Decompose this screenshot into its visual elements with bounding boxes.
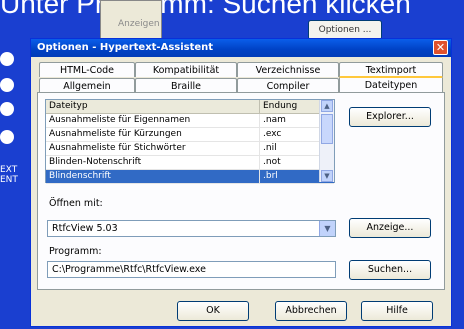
list-item-type: Blindenschrift <box>46 170 260 183</box>
tab-verzeichnisse[interactable]: Verzeichnisse <box>237 62 339 77</box>
list-item-ext: .brl <box>263 171 278 181</box>
desktop-side-text: EXT ENT <box>0 165 18 185</box>
list-item[interactable]: Ausnahmeliste für Eigennamen .nam <box>46 114 334 128</box>
dialog-titlebar[interactable]: Optionen - Hypertext-Assistent ✕ <box>31 39 451 57</box>
list-item-selected[interactable]: Blindenschrift .brl <box>46 170 334 184</box>
list-item[interactable]: Blinden-Notenschrift .not <box>46 156 334 170</box>
background-options-button[interactable]: Optionen ... <box>308 20 382 40</box>
scroll-thumb[interactable] <box>321 114 333 144</box>
filetype-list[interactable]: Dateityp Endung Ausnahmeliste für Eigenn… <box>45 99 335 184</box>
list-header: Dateityp Endung <box>46 100 334 114</box>
list-item-type: Blinden-Notenschrift <box>46 156 260 169</box>
list-item-type: Ausnahmeliste für Kürzungen <box>46 128 260 141</box>
tab-html-code[interactable]: HTML-Code <box>39 62 135 77</box>
hilfe-button[interactable]: Hilfe <box>361 301 433 321</box>
tab-textimport[interactable]: Textimport <box>339 62 443 77</box>
scroll-down-icon[interactable]: ▼ <box>321 170 333 182</box>
program-label: Programm: <box>49 246 102 257</box>
desktop-icon[interactable] <box>0 78 14 92</box>
dialog-title: Optionen - Hypertext-Assistent <box>37 42 214 53</box>
tab-row-1: HTML-Code Kompatibilität Verzeichnisse T… <box>39 62 443 77</box>
column-header-dateityp[interactable]: Dateityp <box>46 100 260 113</box>
desktop-icon[interactable] <box>0 130 14 144</box>
list-item-ext: .nil <box>263 143 277 153</box>
scroll-up-icon[interactable]: ▲ <box>321 100 333 112</box>
list-item-ext: .exc <box>263 129 282 139</box>
tab-row-2: Allgemein Braille Compiler Dateitypen <box>39 76 443 94</box>
list-item[interactable]: Ausnahmeliste für Stichwörter .nil <box>46 142 334 156</box>
ok-button[interactable]: OK <box>177 301 249 321</box>
desktop-icon[interactable] <box>0 52 14 66</box>
list-item-type: Ausnahmeliste für Stichwörter <box>46 142 260 155</box>
desktop-instruction-text: Unter Programm: Suchen klicken <box>0 0 411 19</box>
abbrechen-button[interactable]: Abbrechen <box>275 301 347 321</box>
column-header-endung[interactable]: Endung <box>260 100 318 113</box>
list-item-ext: .not <box>263 157 281 167</box>
chevron-down-icon[interactable]: ▼ <box>319 221 335 236</box>
open-with-select[interactable]: RtfcView 5.03 ▼ <box>47 220 336 237</box>
desktop-side-text-line: ENT <box>0 175 18 185</box>
background-window: Anzeigen <box>100 0 162 42</box>
explorer-button[interactable]: Explorer... <box>349 107 431 127</box>
tab-compiler[interactable]: Compiler <box>237 78 339 93</box>
program-path-input[interactable]: C:\Programme\Rtfc\RtfcView.exe <box>47 261 336 278</box>
suchen-button[interactable]: Suchen... <box>349 260 431 280</box>
open-with-label: Öffnen mit: <box>49 198 103 209</box>
desktop-icon[interactable] <box>0 102 14 116</box>
anzeige-button[interactable]: Anzeige... <box>349 218 431 238</box>
desktop-side-text-line: EXT <box>0 165 18 175</box>
tab-kompatibilitaet[interactable]: Kompatibilität <box>135 62 237 77</box>
tab-braille[interactable]: Braille <box>135 78 237 93</box>
open-with-value: RtfcView 5.03 <box>52 223 118 234</box>
background-window-label: Anzeigen <box>118 19 160 29</box>
close-icon[interactable]: ✕ <box>433 40 448 55</box>
list-item-type: Ausnahmeliste für Eigennamen <box>46 114 260 127</box>
list-scrollbar[interactable]: ▲ ▼ <box>319 100 334 182</box>
options-dialog: Optionen - Hypertext-Assistent ✕ HTML-Co… <box>30 38 452 327</box>
tab-allgemein[interactable]: Allgemein <box>39 78 135 93</box>
list-item[interactable]: Ausnahmeliste für Kürzungen .exc <box>46 128 334 142</box>
list-item-ext: .nam <box>263 115 286 125</box>
